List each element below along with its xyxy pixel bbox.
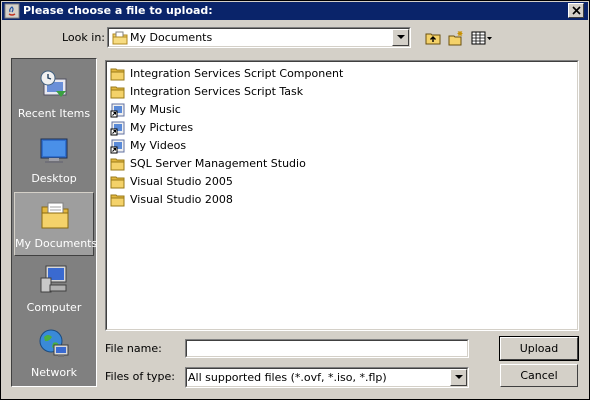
title-bar[interactable]: Please choose a file to upload: <box>2 2 588 20</box>
up-one-level-button[interactable] <box>423 28 443 48</box>
my-documents-small-icon <box>112 30 128 49</box>
new-folder-button[interactable] <box>446 28 466 48</box>
shortcut-icon <box>110 138 126 154</box>
files-of-type-dropdown[interactable]: All supported files (*.ovf, *.iso, *.flp… <box>185 367 469 388</box>
folder-icon <box>110 174 126 190</box>
file-list[interactable]: Integration Services Script Component Int… <box>105 60 579 331</box>
window-title: Please choose a file to upload: <box>23 4 213 17</box>
chevron-down-icon <box>455 375 463 379</box>
upload-button[interactable]: Upload <box>499 336 579 361</box>
my-documents-icon <box>39 199 71 231</box>
folder-icon <box>110 66 126 82</box>
computer-icon <box>38 263 70 295</box>
file-name: Visual Studio 2008 <box>130 193 233 206</box>
file-upload-dialog: Please choose a file to upload: Look in:… <box>0 0 590 400</box>
file-name: My Pictures <box>130 121 194 134</box>
shortcut-icon <box>110 120 126 136</box>
new-folder-icon <box>448 31 463 46</box>
place-label: Network <box>31 366 77 379</box>
files-of-type-value: All supported files (*.ovf, *.iso, *.flp… <box>188 371 387 384</box>
file-name: My Videos <box>130 139 187 152</box>
chevron-down-icon <box>397 35 405 39</box>
file-name: SQL Server Management Studio <box>130 157 306 170</box>
close-button[interactable] <box>568 3 584 18</box>
close-icon <box>572 6 581 15</box>
place-label: Recent Items <box>17 107 91 120</box>
look-in-dropdown[interactable]: My Documents <box>107 27 411 48</box>
place-my-documents[interactable]: My Documents <box>14 192 98 256</box>
look-in-arrow[interactable] <box>392 29 409 46</box>
place-label: My Documents <box>15 237 98 250</box>
file-name: Integration Services Script Component <box>130 67 344 80</box>
up-one-level-icon <box>425 33 441 45</box>
java-app-icon <box>4 3 20 19</box>
look-in-label: Look in: <box>62 31 105 44</box>
file-name-input[interactable] <box>185 339 469 358</box>
cancel-button[interactable]: Cancel <box>500 364 578 387</box>
place-recent-items[interactable]: Recent Items <box>14 63 94 127</box>
view-menu-button[interactable] <box>469 28 495 48</box>
folder-icon <box>110 84 126 100</box>
files-of-type-label: Files of type: <box>105 370 176 383</box>
file-name: Integration Services Script Task <box>130 85 304 98</box>
place-label: Desktop <box>31 172 77 185</box>
network-icon <box>38 328 70 360</box>
desktop-icon <box>38 134 70 166</box>
files-of-type-arrow[interactable] <box>450 369 467 386</box>
place-label: Computer <box>26 301 82 314</box>
folder-icon <box>110 156 126 172</box>
file-name-label: File name: <box>105 342 162 355</box>
place-desktop[interactable]: Desktop <box>14 128 94 192</box>
shortcut-icon <box>110 102 126 118</box>
places-bar: Recent Items Desktop My Documents Comput… <box>11 58 97 387</box>
recent-items-icon <box>38 69 70 101</box>
view-menu-icon <box>471 31 492 45</box>
folder-icon <box>110 192 126 208</box>
file-name: Visual Studio 2005 <box>130 175 233 188</box>
look-in-value: My Documents <box>130 31 213 44</box>
place-computer[interactable]: Computer <box>14 257 94 321</box>
file-name: My Music <box>130 103 181 116</box>
place-network[interactable]: Network <box>14 322 94 386</box>
